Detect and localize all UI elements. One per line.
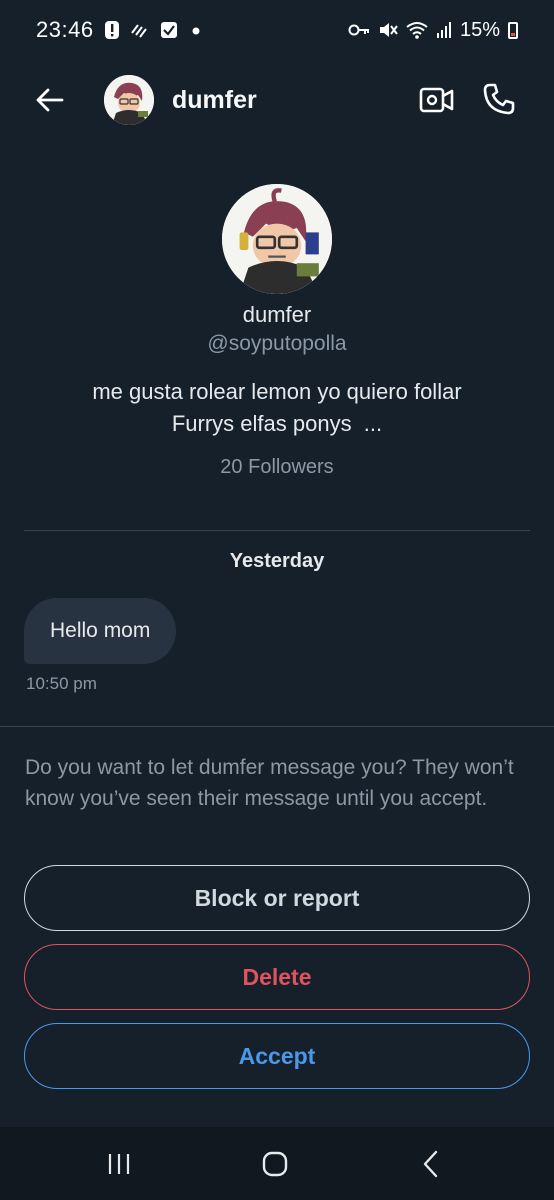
message-text: Hello mom [50,619,151,642]
recents-button[interactable] [106,1151,132,1177]
block-or-report-button[interactable]: Block or report [24,865,530,931]
message-bubble[interactable]: Hello mom [24,598,177,664]
system-back-button[interactable] [420,1150,442,1178]
profile-avatar-image [222,184,332,294]
key-icon [348,23,370,37]
wifi-icon [406,21,428,39]
avatar-image [104,75,154,125]
profile-avatar[interactable] [222,184,332,294]
followers-count[interactable]: 20 Followers [0,456,554,479]
system-nav-bar [0,1127,554,1200]
divider [0,726,554,727]
mute-icon [378,21,398,39]
accept-button[interactable]: Accept [24,1023,530,1089]
message-request-prompt: Do you want to let dumfer message you? T… [25,756,514,810]
battery-icon [508,21,518,39]
status-bar: 23:46 15% [0,0,554,60]
phone-icon [483,83,515,115]
sync-icon [130,21,150,39]
alert-icon [104,20,120,40]
profile-bio-line-2: Furrys elfas ponys ... [171,411,383,436]
video-call-icon [419,87,454,113]
profile-name: dumfer [242,302,312,327]
signal-icon [436,21,452,39]
header-avatar[interactable] [104,75,154,125]
phone-call-button[interactable] [482,82,516,116]
recents-icon [108,1154,130,1174]
status-left: 23:46 [36,17,204,43]
divider [24,530,530,531]
profile-bio-line-1: me gusta rolear lemon yo quiero follar [92,379,462,404]
home-icon [262,1151,288,1177]
conversation-header: dumfer [0,70,554,130]
home-button[interactable] [262,1151,288,1177]
profile-bio: me gusta rolear lemon yo quiero follar F… [40,376,514,440]
video-call-button[interactable] [418,84,456,116]
status-time: 23:46 [36,17,94,42]
message-timestamp: 10:50 pm [26,674,97,693]
battery-percent: 15% [459,18,500,41]
header-name[interactable]: dumfer [172,86,257,115]
profile-handle: @soyputopolla [207,332,347,355]
checkbox-icon [160,21,178,39]
back-arrow-icon [36,88,64,112]
back-icon [423,1150,438,1178]
back-button[interactable] [34,84,66,116]
date-separator: Yesterday [229,550,325,572]
dot-icon [188,21,204,39]
delete-button[interactable]: Delete [24,944,530,1010]
status-right: 15% [348,19,518,42]
